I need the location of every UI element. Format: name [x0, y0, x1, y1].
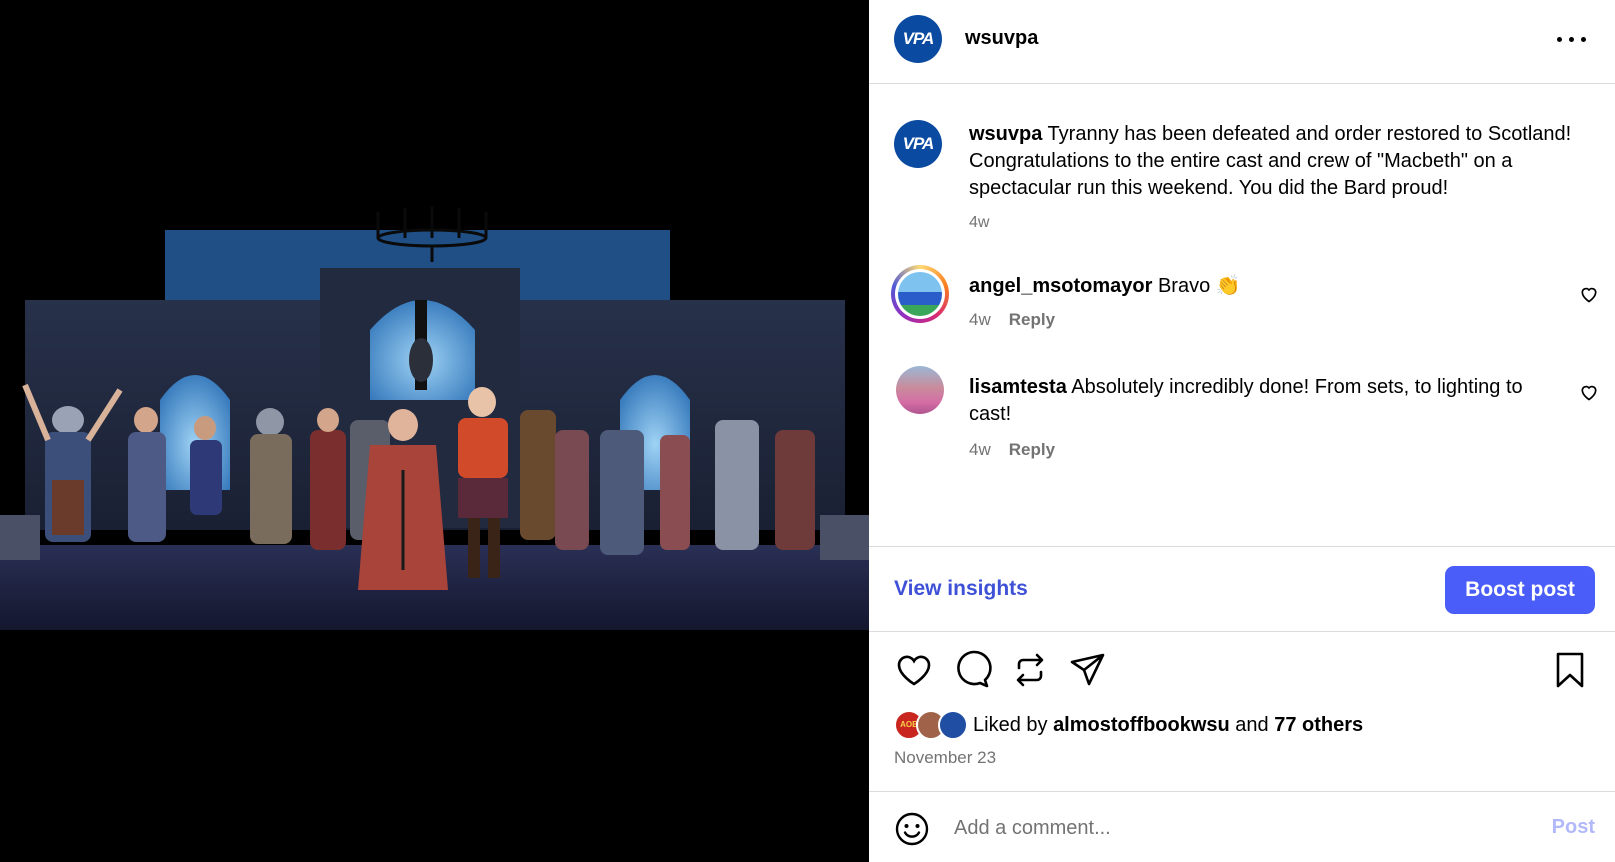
likes-others[interactable]: 77 others: [1274, 714, 1363, 736]
comment-input[interactable]: [954, 808, 1514, 848]
add-comment-bar: Post: [869, 791, 1615, 862]
likes-first-user[interactable]: almostoffbookwsu: [1053, 714, 1230, 736]
comment-time[interactable]: 4w: [969, 310, 991, 329]
post-date[interactable]: November 23: [894, 748, 996, 768]
author-avatar-text: VPA: [902, 29, 935, 48]
comment-body: Bravo 👏: [1152, 275, 1241, 297]
post-side-panel: VPA wsuvpa VPA wsuvpa Tyranny has been d…: [869, 0, 1615, 862]
caption-avatar-text: VPA: [902, 134, 935, 153]
likes-text[interactable]: Liked by almostoffbookwsu and 77 others: [973, 714, 1363, 737]
more-options-icon[interactable]: [1555, 27, 1589, 51]
commenter-avatar[interactable]: [891, 265, 949, 323]
stage-photo-illustration: [0, 206, 869, 630]
post-viewer: VPA wsuvpa VPA wsuvpa Tyranny has been d…: [0, 0, 1615, 862]
reply-button[interactable]: Reply: [1009, 440, 1055, 459]
post-header: VPA wsuvpa: [869, 0, 1615, 84]
comment-text: angel_msotomayor Bravo 👏: [969, 273, 1569, 300]
boost-post-button[interactable]: Boost post: [1445, 566, 1595, 614]
comment-bubble-icon[interactable]: [952, 650, 992, 690]
commenter-avatar[interactable]: [896, 366, 944, 414]
insights-bar: View insights Boost post: [869, 546, 1615, 632]
comment-text: lisamtesta Absolutely incredibly done! F…: [969, 374, 1569, 428]
post-photo[interactable]: [0, 0, 869, 862]
caption-body: Tyranny has been defeated and order rest…: [969, 123, 1572, 199]
author-avatar[interactable]: VPA: [894, 15, 942, 63]
like-heart-icon[interactable]: [894, 650, 934, 690]
like-comment-heart-icon[interactable]: [1579, 382, 1599, 402]
caption-username[interactable]: wsuvpa: [969, 123, 1042, 145]
post-comment-button[interactable]: Post: [1552, 816, 1595, 839]
save-bookmark-icon[interactable]: [1550, 650, 1590, 690]
comment-time[interactable]: 4w: [969, 440, 991, 459]
liker-avatar[interactable]: [938, 710, 968, 740]
caption-timestamp[interactable]: 4w: [969, 214, 989, 232]
comment-meta: 4w Reply: [969, 440, 1055, 460]
comment-username[interactable]: lisamtesta: [969, 376, 1067, 398]
share-send-icon[interactable]: [1068, 650, 1108, 690]
caption-avatar[interactable]: VPA: [894, 120, 942, 168]
likes-summary: AOB Liked by almostoffbookwsu and 77 oth…: [894, 710, 1594, 742]
likes-middle: and: [1229, 714, 1275, 736]
action-bar: [869, 650, 1615, 694]
author-username[interactable]: wsuvpa: [965, 27, 1038, 50]
view-insights-link[interactable]: View insights: [894, 577, 1028, 601]
comment-username[interactable]: angel_msotomayor: [969, 275, 1152, 297]
likes-prefix: Liked by: [973, 714, 1054, 736]
repost-icon[interactable]: [1010, 650, 1050, 690]
caption-text: wsuvpa Tyranny has been defeated and ord…: [969, 121, 1589, 202]
like-comment-heart-icon[interactable]: [1579, 284, 1599, 304]
reply-button[interactable]: Reply: [1009, 310, 1055, 329]
emoji-icon[interactable]: [894, 811, 930, 847]
comment-meta: 4w Reply: [969, 310, 1055, 330]
